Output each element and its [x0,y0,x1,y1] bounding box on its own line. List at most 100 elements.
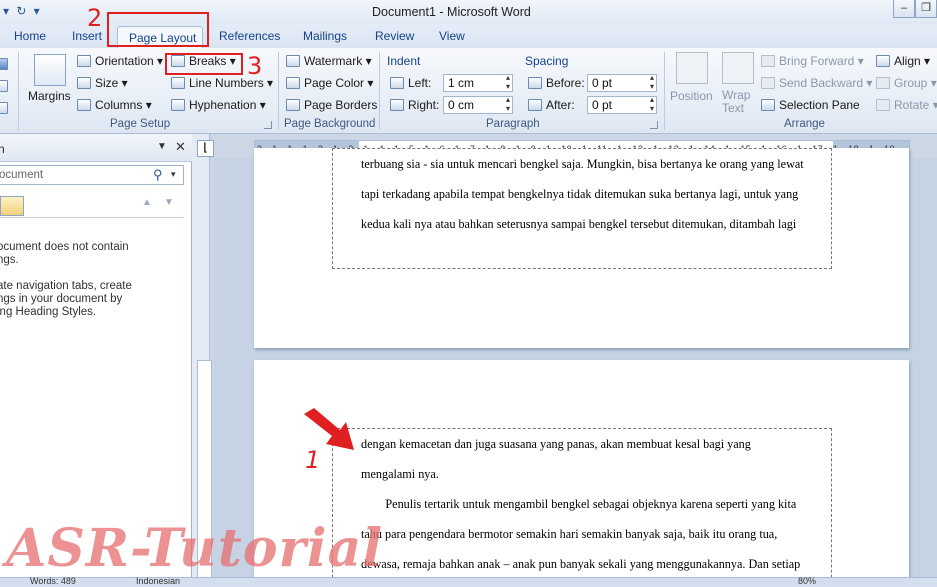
hyphenation-button[interactable]: Hyphenation ▾ [171,98,266,112]
indent-right-input[interactable]: 0 cm [443,95,513,114]
align-label: Align [894,54,921,68]
position-button[interactable]: Position [670,89,713,103]
indent-right-text: Right: [408,98,440,112]
page-borders-icon [286,99,300,111]
send-backward-icon [761,77,775,89]
spacing-before-text: Before: [546,76,585,90]
spacing-after-label: After: [528,98,575,112]
page-setup-group-label: Page Setup [110,118,171,130]
theme-fonts-icon[interactable] [0,102,8,114]
quick-access-toolbar: ▾ ↻ ▾ [0,4,43,18]
spacing-before-input[interactable]: 0 pt [587,73,657,92]
indent-right-icon [390,99,404,111]
step-1-label: 1 [305,446,321,474]
indent-label: Indent [387,54,421,68]
page2-line-1: dengan kemacetan dan juga suasana yang p… [361,437,751,451]
position-icon[interactable] [676,52,708,84]
indent-left-label: Left: [390,76,431,90]
page-background-group-label: Page Background [284,118,376,130]
redo-icon[interactable]: ↻ [15,4,27,18]
orientation-button[interactable]: Orientation ▾ [77,54,163,68]
line-numbers-icon [171,77,185,89]
minimize-button[interactable]: – [893,0,915,18]
page-1[interactable]: terbuang sia - sia untuk mencari bengkel… [254,148,909,348]
restore-button[interactable]: ❐ [915,0,937,18]
next-result-icon[interactable]: ▼ [164,197,174,208]
previous-result-icon[interactable]: ▲ [142,197,152,208]
spacing-before-icon [528,77,542,89]
spacing-after-input[interactable]: 0 pt [587,95,657,114]
watermark-button[interactable]: Watermark ▾ [286,54,372,68]
margins-button[interactable]: Margins [28,89,71,103]
ribbon: Margins Orientation ▾ Size ▾ Columns ▾ B… [0,48,937,134]
spacing-after-icon [528,99,542,111]
size-label: Size [95,76,119,90]
tab-references[interactable]: References [219,29,280,43]
group-label: Group [894,76,928,90]
qat-dropdown-icon[interactable]: ▾ [0,4,12,18]
nav-message-line: ngs. [0,254,19,266]
page2-line-4: tahu para pengendara bermotor semakin ha… [361,527,778,541]
tab-mailings[interactable]: Mailings [303,29,347,43]
indent-right-label: Right: [390,98,439,112]
page-color-button[interactable]: Page Color ▾ [286,76,373,90]
page-setup-launcher-icon[interactable] [264,121,272,129]
zoom-level[interactable]: 80% [798,576,816,586]
page-color-icon [286,77,300,89]
search-icon[interactable]: ⚲ [153,167,163,183]
selection-pane-button[interactable]: Selection Pane [761,98,860,112]
navigation-pane-header: n ▼ ✕ [0,134,192,162]
rotate-label: Rotate [894,98,930,112]
send-backward-label: Send Backward [779,76,864,90]
browse-results-tab-icon[interactable] [0,196,24,216]
align-button[interactable]: Align ▾ [876,54,930,68]
indent-left-input[interactable]: 1 cm [443,73,513,92]
themes-icon[interactable] [0,58,8,70]
page-borders-label: Page Borders [304,98,378,112]
send-backward-button[interactable]: Send Backward ▾ [761,76,872,90]
rotate-button[interactable]: Rotate ▾ [876,98,937,112]
spacing-after-text: After: [546,98,575,112]
step-2-label: 2 [87,4,103,32]
theme-colors-icon[interactable] [0,80,8,92]
search-document-input[interactable]: ocument ⚲ ▾ [0,165,184,185]
bring-forward-icon [761,55,775,67]
pane-options-icon[interactable]: ▼ [157,141,167,152]
bring-forward-label: Bring Forward [779,54,855,68]
search-placeholder: ocument [0,169,44,181]
wrap-text-button[interactable]: Wrap Text [722,89,750,115]
search-options-icon[interactable]: ▾ [171,169,176,180]
indent-left-text: Left: [408,76,432,90]
group-button[interactable]: Group ▾ [876,76,937,90]
nav-message-line: ocument does not contain [0,241,129,253]
columns-label: Columns [95,98,143,112]
page2-line-2: mengalami nya. [361,467,439,481]
nav-message-no-headings: ocument does not contain ngs. [0,241,187,267]
tab-view[interactable]: View [439,29,465,43]
bring-forward-button[interactable]: Bring Forward ▾ [761,54,864,68]
page2-line-3: Penulis tertarik untuk mengambil bengkel… [361,497,797,511]
hyphenation-label: Hyphenation [189,98,257,112]
columns-icon [77,99,91,111]
hyphenation-icon [171,99,185,111]
wrap-text-icon[interactable] [722,52,754,84]
qat-customize-icon[interactable]: ▾ [31,4,43,18]
margins-icon[interactable] [34,54,66,86]
paragraph-launcher-icon[interactable] [650,121,658,129]
page1-line-1: terbuang sia - sia untuk mencari bengkel… [361,157,804,171]
tab-review[interactable]: Review [375,29,414,43]
columns-button[interactable]: Columns ▾ [77,98,152,112]
spacing-before-label: Before: [528,76,585,90]
page-borders-button[interactable]: Page Borders [286,98,377,112]
nav-message-line: ing Heading Styles. [0,306,97,318]
close-icon[interactable]: ✕ [175,139,186,155]
nav-message-line: ate navigation tabs, create [0,280,132,292]
tab-selector-icon[interactable]: ⌊ [197,140,214,157]
size-button[interactable]: Size ▾ [77,76,128,90]
watermark-label: Watermark [304,54,363,68]
tab-home[interactable]: Home [14,29,46,43]
step-3-label: 3 [247,52,263,80]
page-color-label: Page Color [304,76,365,90]
navigation-tabs: ▲ ▼ [0,194,184,218]
selection-pane-label: Selection Pane [779,98,860,112]
